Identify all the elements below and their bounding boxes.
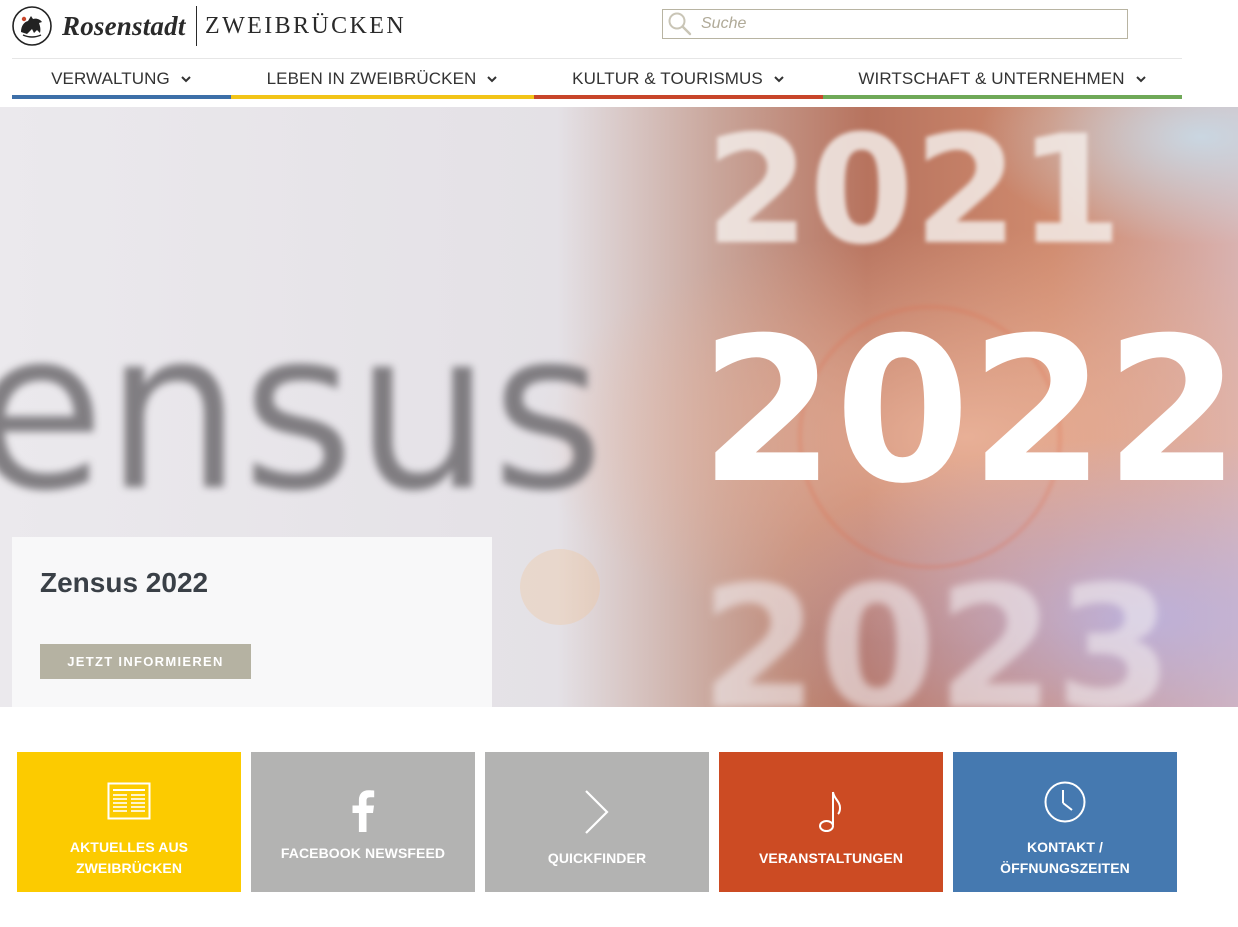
tile-label-line1: QUICKFINDER xyxy=(547,850,647,866)
hero-image-year-top: 2021 xyxy=(705,107,1122,278)
chevron-right-icon xyxy=(585,790,609,834)
nav-item-label: VERWALTUNG xyxy=(51,68,170,88)
newspaper-icon xyxy=(107,782,151,820)
chevron-down-icon xyxy=(1135,75,1146,82)
hero-title: Zensus 2022 xyxy=(40,567,209,598)
facebook-icon xyxy=(352,790,375,832)
tile-label: VERANSTALTUNGEN xyxy=(719,848,943,869)
site-logo[interactable]: Rosenstadt ZWEIBRÜCKEN xyxy=(12,4,406,48)
logo-text-zweibruecken: ZWEIBRÜCKEN xyxy=(205,12,407,39)
music-note-icon xyxy=(819,791,842,832)
tile-icon-wrapper xyxy=(251,790,475,832)
hero-banner[interactable]: ensus 2021 2022 2023 Zensus 2022 JETZT I… xyxy=(0,107,1238,707)
nav-item-label: WIRTSCHAFT & UNTERNEHMEN xyxy=(858,68,1125,88)
chevron-down-icon xyxy=(487,75,498,82)
search-icon[interactable] xyxy=(667,11,693,37)
tile-label-line1: AKTUELLES AUS xyxy=(69,839,189,855)
tile-label-line1: FACEBOOK NEWSFEED xyxy=(280,845,446,861)
nav-item-kultur-tourismus[interactable]: KULTUR & TOURISMUS xyxy=(534,59,823,99)
city-crest-icon xyxy=(12,6,52,46)
tile-kontakt-oeffnungszeiten[interactable]: KONTAKT / ÖFFNUNGSZEITEN xyxy=(953,752,1177,892)
nav-item-wirtschaft-unternehmen[interactable]: WIRTSCHAFT & UNTERNEHMEN xyxy=(823,59,1182,99)
tile-label: KONTAKT / ÖFFNUNGSZEITEN xyxy=(953,837,1177,879)
nav-item-verwaltung[interactable]: VERWALTUNG xyxy=(12,59,231,99)
tile-label-line1: KONTAKT / xyxy=(1026,839,1104,855)
tile-label-line1: VERANSTALTUNGEN xyxy=(758,850,904,866)
nav-item-label: LEBEN IN ZWEIBRÜCKEN xyxy=(266,68,477,88)
hero-teaser-card: Zensus 2022 JETZT INFORMIEREN xyxy=(12,537,492,707)
tile-quickfinder[interactable]: QUICKFINDER xyxy=(485,752,709,892)
clock-icon xyxy=(1044,781,1086,823)
nav-item-label: KULTUR & TOURISMUS xyxy=(572,68,763,88)
tile-label-line2: ÖFFNUNGSZEITEN xyxy=(1000,860,1130,876)
hero-image-year-main: 2022 xyxy=(700,295,1238,528)
tile-label: FACEBOOK NEWSFEED xyxy=(251,843,475,864)
tile-aktuelles[interactable]: AKTUELLES AUS ZWEIBRÜCKEN xyxy=(17,752,241,892)
chevron-down-icon xyxy=(774,75,784,82)
tile-label-line2: ZWEIBRÜCKEN xyxy=(75,860,183,876)
tile-icon-wrapper xyxy=(485,789,709,835)
nav-item-leben-in-zweibruecken[interactable]: LEBEN IN ZWEIBRÜCKEN xyxy=(231,59,534,99)
logo-text-rosenstadt: Rosenstadt xyxy=(62,10,186,41)
hero-image-year-bottom: 2023 xyxy=(700,550,1173,707)
chevron-down-icon xyxy=(181,75,191,82)
site-header: Rosenstadt ZWEIBRÜCKEN xyxy=(0,0,1238,58)
tile-label: AKTUELLES AUS ZWEIBRÜCKEN xyxy=(17,837,241,879)
tile-icon-wrapper xyxy=(17,782,241,820)
jetzt-informieren-button[interactable]: JETZT INFORMIEREN xyxy=(40,644,251,679)
search-box[interactable] xyxy=(662,9,1128,39)
logo-divider xyxy=(195,6,198,46)
tile-veranstaltungen[interactable]: VERANSTALTUNGEN xyxy=(719,752,943,892)
main-navigation: VERWALTUNG LEBEN IN ZWEIBRÜCKEN KULTUR &… xyxy=(12,59,1182,99)
tile-icon-wrapper xyxy=(953,780,1177,824)
tile-facebook-newsfeed[interactable]: FACEBOOK NEWSFEED xyxy=(251,752,475,892)
tile-icon-wrapper xyxy=(719,790,943,834)
hero-image-word: ensus xyxy=(0,283,604,539)
search-input[interactable] xyxy=(699,14,1103,34)
tile-label: QUICKFINDER xyxy=(485,848,709,869)
